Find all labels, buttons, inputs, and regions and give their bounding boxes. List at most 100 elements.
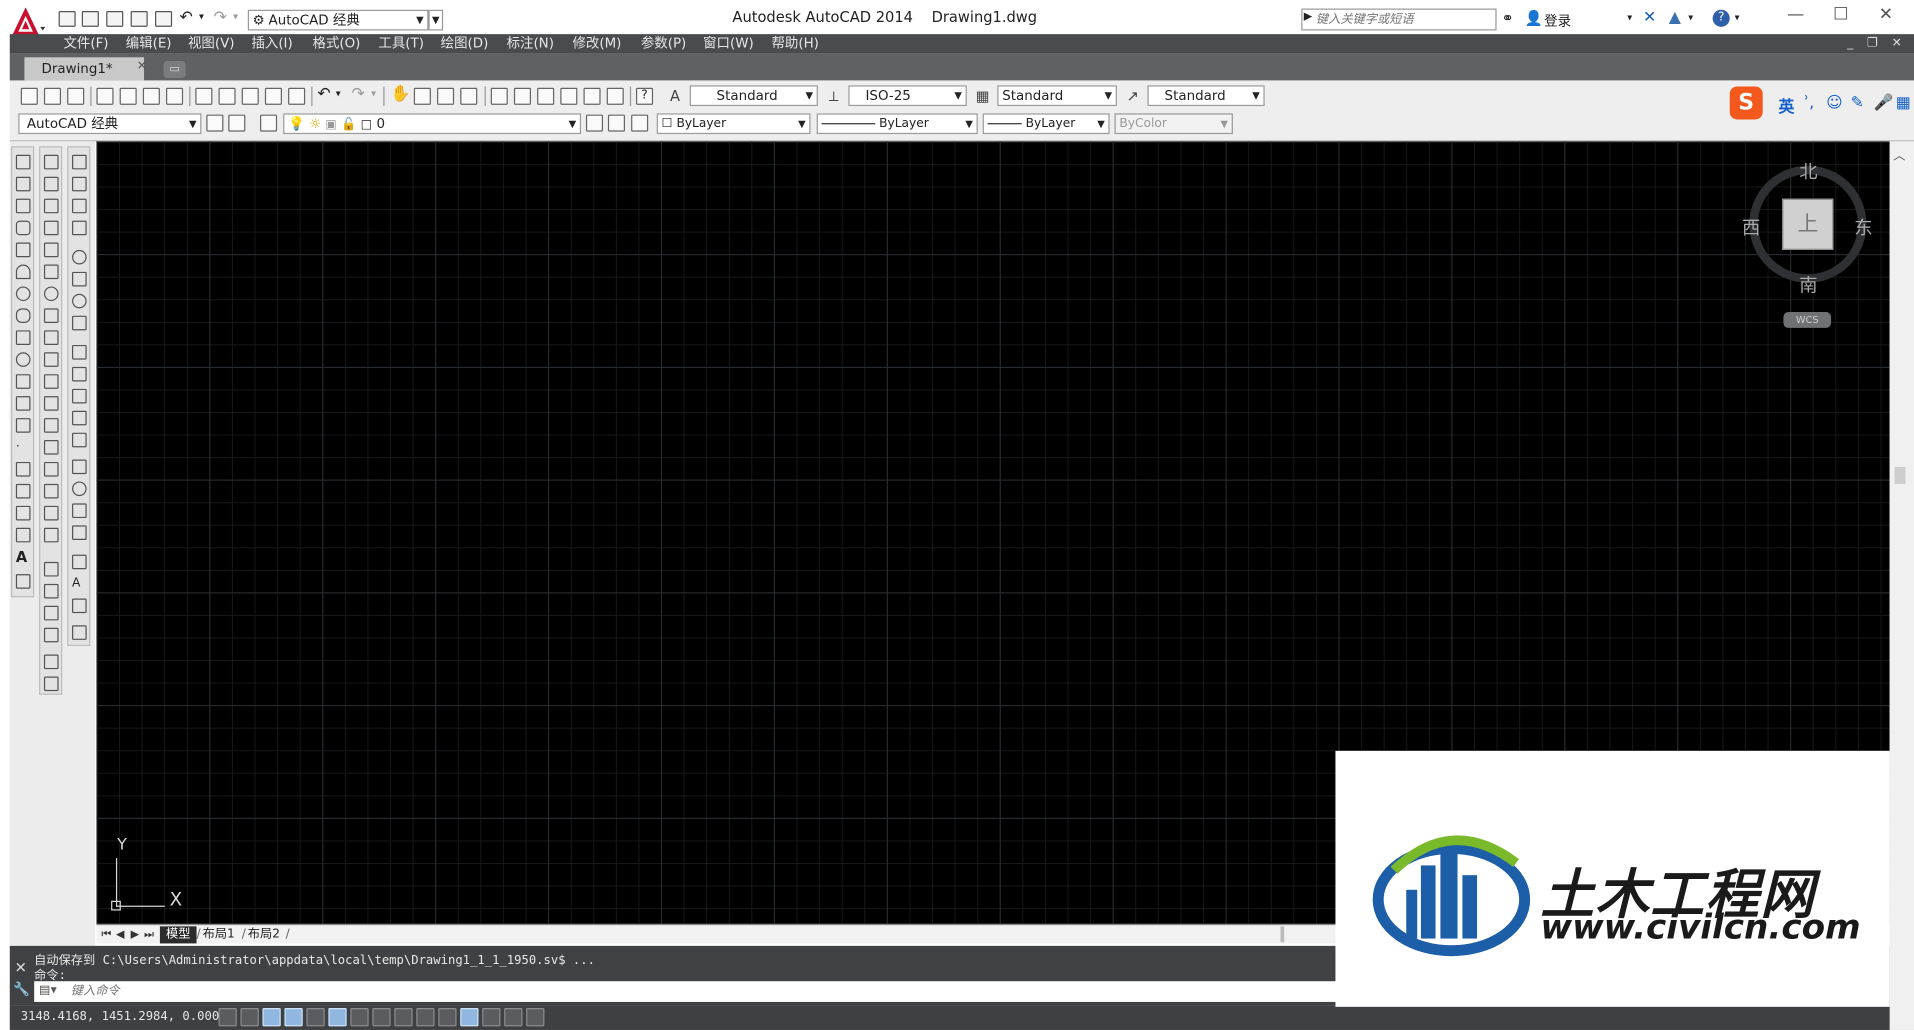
markup-icon[interactable] — [583, 87, 601, 105]
point-icon[interactable]: · — [16, 440, 31, 455]
quick-dimension-icon[interactable] — [72, 344, 87, 360]
revision-cloud-icon[interactable] — [15, 308, 31, 324]
break-at-point-icon[interactable] — [43, 396, 59, 411]
wrench-icon[interactable]: 🔧 — [13, 981, 30, 997]
polyline-icon[interactable] — [15, 198, 31, 214]
extend-icon[interactable] — [43, 374, 59, 389]
polar-tracking-toggle[interactable] — [306, 1008, 325, 1027]
next-tab-icon[interactable]: ▶ — [131, 925, 139, 945]
make-current-layer-icon[interactable] — [585, 114, 604, 132]
plot-preview-icon[interactable] — [119, 87, 137, 105]
menu-parametric[interactable]: 参数(P) — [641, 34, 686, 54]
annotation-monitor-toggle[interactable] — [526, 1008, 545, 1027]
zoom-previous-icon[interactable] — [460, 87, 478, 105]
layer-properties-icon[interactable] — [260, 114, 278, 132]
text-front-icon[interactable] — [43, 654, 59, 670]
dynamic-input-toggle[interactable] — [416, 1008, 435, 1027]
trim-icon[interactable] — [43, 352, 59, 367]
circle-icon[interactable] — [15, 286, 31, 302]
lineweight-toggle[interactable] — [438, 1008, 457, 1027]
maximize-button[interactable]: ☐ — [1826, 5, 1855, 25]
save-icon[interactable] — [106, 10, 124, 27]
menu-file[interactable]: 文件(F) — [63, 34, 108, 54]
draworder-back-icon[interactable] — [43, 583, 59, 599]
dimension-style-icon[interactable] — [72, 625, 87, 640]
line-icon[interactable] — [15, 154, 31, 170]
rectangle-icon[interactable] — [15, 242, 31, 258]
undo-icon[interactable]: ↶ — [317, 85, 330, 103]
redo-dropdown-icon[interactable]: ▾ — [233, 11, 238, 22]
text-style-icon[interactable]: A — [667, 88, 684, 105]
scrollbar-thumb[interactable] — [1894, 466, 1906, 484]
customize-icon[interactable] — [228, 114, 246, 132]
handwriting-icon[interactable]: ✎ — [1851, 94, 1864, 112]
blend-curves-icon[interactable] — [43, 505, 59, 521]
linear-dimension-icon[interactable] — [72, 154, 87, 170]
center-mark-icon[interactable] — [72, 481, 87, 497]
stretch-icon[interactable] — [43, 330, 59, 345]
ordinate-dimension-icon[interactable] — [72, 220, 87, 236]
tab-model[interactable]: 模型 — [159, 926, 197, 944]
coordinates-readout[interactable]: 3148.4168, 1451.2984, 0.0000 — [21, 1010, 227, 1023]
mirror-icon[interactable] — [43, 198, 59, 214]
quick-access-dropdown[interactable]: ▼ — [428, 9, 444, 31]
add-selected-icon[interactable] — [15, 574, 31, 589]
chamfer-icon[interactable] — [43, 461, 59, 477]
tolerance-icon[interactable] — [72, 459, 87, 475]
hatch-back-icon[interactable] — [43, 676, 59, 692]
ellipse-icon[interactable] — [15, 352, 31, 367]
scale-icon[interactable] — [43, 308, 59, 324]
tool-palettes-icon[interactable] — [537, 87, 555, 105]
vertical-scrollbar[interactable] — [1889, 141, 1914, 924]
paste-icon[interactable] — [241, 87, 259, 105]
array-icon[interactable] — [43, 242, 59, 258]
new-icon[interactable] — [58, 10, 76, 27]
compass-west[interactable]: 西 — [1742, 215, 1760, 241]
compass-south[interactable]: 南 — [1799, 272, 1817, 298]
draworder-under-icon[interactable] — [43, 627, 59, 643]
close-icon[interactable]: ✕ — [137, 60, 147, 73]
inspection-icon[interactable] — [72, 503, 87, 519]
arc-length-icon[interactable] — [72, 198, 87, 214]
properties-icon[interactable] — [490, 87, 508, 105]
viewcube-top-face[interactable]: 上 — [1782, 198, 1834, 250]
selection-cycling-toggle[interactable] — [504, 1008, 523, 1027]
color-select[interactable]: ☐ ByLayer ▼ — [656, 113, 811, 135]
tab-layout1[interactable]: 布局1 — [203, 926, 235, 943]
a360-icon[interactable]: ▲ — [1669, 9, 1681, 27]
scroll-up-icon[interactable]: ︿ — [1893, 145, 1905, 163]
menu-help[interactable]: 帮助(H) — [771, 34, 818, 54]
menu-format[interactable]: 格式(O) — [312, 34, 360, 54]
redo-icon[interactable]: ↷ — [214, 9, 227, 27]
aligned-dimension-icon[interactable] — [72, 176, 87, 192]
fillet-icon[interactable] — [43, 483, 59, 499]
binoculars-icon[interactable]: ⚭ — [1501, 10, 1513, 27]
save-icon[interactable] — [67, 87, 85, 105]
previous-tab-icon[interactable]: ◀ — [116, 925, 124, 945]
quick-properties-toggle[interactable] — [482, 1008, 501, 1027]
undo-dropdown-icon[interactable]: ▾ — [336, 88, 341, 99]
draworder-above-icon[interactable] — [43, 605, 59, 621]
gradient-icon[interactable] — [15, 483, 31, 499]
design-center-icon[interactable] — [513, 87, 532, 105]
pan-icon[interactable]: ✋ — [391, 85, 411, 103]
redo-dropdown-icon[interactable]: ▾ — [371, 88, 376, 99]
command-recent-icon[interactable]: ▤▾ — [39, 984, 57, 997]
login-button[interactable]: 登录 — [1544, 11, 1571, 31]
dimension-space-icon[interactable] — [72, 410, 87, 426]
help-icon[interactable]: ? — [635, 87, 654, 105]
exchange-apps-icon[interactable]: ✕ — [1643, 9, 1656, 27]
make-block-icon[interactable] — [15, 418, 31, 433]
ortho-mode-toggle[interactable] — [284, 1008, 303, 1027]
sogou-ime-icon[interactable]: S — [1729, 86, 1763, 120]
close-icon[interactable]: ✕ — [15, 959, 27, 976]
transparency-toggle[interactable] — [460, 1008, 479, 1027]
workspace-select[interactable]: ⚙ AutoCAD 经典 ▼ — [247, 9, 429, 31]
object-snap-tracking-toggle[interactable] — [372, 1008, 391, 1027]
menu-edit[interactable]: 编辑(E) — [126, 34, 172, 54]
workspace-settings-icon[interactable] — [206, 114, 224, 132]
move-icon[interactable] — [43, 264, 59, 280]
help-icon[interactable]: ? — [1712, 9, 1730, 27]
workspace-combo[interactable]: AutoCAD 经典 ▼ — [18, 113, 202, 135]
infer-constraints-toggle[interactable] — [218, 1008, 237, 1027]
